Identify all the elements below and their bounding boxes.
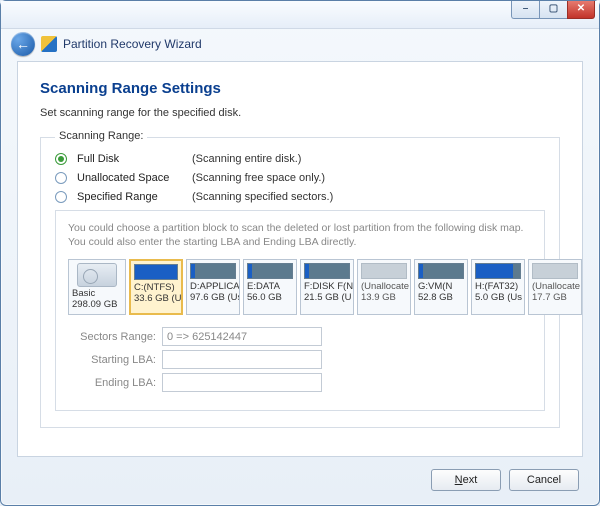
disk-map-panel: You could choose a partition block to sc… — [55, 210, 545, 411]
footer-buttons: Next Cancel — [431, 469, 579, 491]
app-title: Partition Recovery Wizard — [63, 37, 202, 51]
minimize-button[interactable]: – — [511, 1, 539, 19]
usage-bar — [190, 263, 236, 279]
titlebar: – ▢ ✕ — [1, 1, 599, 29]
starting-lba-row: Starting LBA: — [68, 350, 532, 369]
block-label: F:DISK F(N — [301, 282, 353, 293]
cancel-button[interactable]: Cancel — [509, 469, 579, 491]
usage-bar — [361, 263, 407, 279]
disk-block-unallocated-1[interactable]: (Unallocate 13.9 GB — [357, 259, 411, 315]
usage-bar — [475, 263, 521, 279]
usage-bar — [247, 263, 293, 279]
block-label: G:VM(N — [415, 282, 467, 293]
block-label: H:(FAT32) — [472, 282, 524, 293]
radio-hint: (Scanning specified sectors.) — [192, 191, 333, 203]
disk-block-basic[interactable]: Basic 298.09 GB — [68, 259, 126, 315]
block-size: 56.0 GB — [244, 293, 296, 304]
disk-block-e[interactable]: E:DATA 56.0 GB — [243, 259, 297, 315]
ending-lba-row: Ending LBA: — [68, 373, 532, 392]
hard-disk-icon — [77, 263, 117, 287]
sectors-range-label: Sectors Range: — [68, 331, 156, 343]
radio-label: Unallocated Space — [77, 172, 182, 184]
sectors-range-input[interactable] — [162, 327, 322, 346]
block-size: 5.0 GB (Us — [472, 293, 524, 304]
maximize-button[interactable]: ▢ — [539, 1, 567, 19]
disk-blocks: Basic 298.09 GB C:(NTFS) 33.6 GB (U D:AP… — [68, 259, 532, 315]
block-label: D:APPLICATION — [187, 282, 239, 293]
block-size: 298.09 GB — [69, 300, 125, 311]
close-button[interactable]: ✕ — [567, 1, 595, 19]
radio-specified[interactable]: Specified Range (Scanning specified sect… — [55, 191, 545, 203]
scanning-range-group: Scanning Range: Full Disk (Scanning enti… — [40, 137, 560, 428]
disk-block-h[interactable]: H:(FAT32) 5.0 GB (Us — [471, 259, 525, 315]
block-size: 33.6 GB (U — [131, 294, 181, 305]
starting-lba-input[interactable] — [162, 350, 322, 369]
block-size: 17.7 GB — [529, 293, 581, 304]
radio-hint: (Scanning free space only.) — [192, 172, 325, 184]
back-arrow-icon: ← — [16, 36, 30, 52]
radio-label: Specified Range — [77, 191, 182, 203]
disk-block-f[interactable]: F:DISK F(N 21.5 GB (U — [300, 259, 354, 315]
block-label: (Unallocate — [358, 282, 410, 293]
next-button[interactable]: Next — [431, 469, 501, 491]
block-size: 13.9 GB — [358, 293, 410, 304]
disk-block-unallocated-2[interactable]: (Unallocate 17.7 GB — [528, 259, 582, 315]
block-label: C:(NTFS) — [131, 283, 181, 294]
starting-lba-label: Starting LBA: — [68, 354, 156, 366]
block-size: 21.5 GB (U — [301, 293, 353, 304]
radio-full-disk[interactable]: Full Disk (Scanning entire disk.) — [55, 153, 545, 165]
nav-row: ← Partition Recovery Wizard — [1, 29, 599, 59]
disk-block-c[interactable]: C:(NTFS) 33.6 GB (U — [129, 259, 183, 315]
usage-bar — [418, 263, 464, 279]
radio-icon — [55, 191, 67, 203]
block-size: 97.6 GB (Used: 8 — [187, 293, 239, 304]
block-label: (Unallocate — [529, 282, 581, 293]
window-controls: – ▢ ✕ — [511, 1, 595, 19]
radio-unallocated[interactable]: Unallocated Space (Scanning free space o… — [55, 172, 545, 184]
page-heading: Scanning Range Settings — [40, 80, 560, 97]
usage-bar — [134, 264, 178, 280]
radio-hint: (Scanning entire disk.) — [192, 153, 301, 165]
radio-icon — [55, 153, 67, 165]
block-label: Basic — [69, 289, 125, 300]
back-button[interactable]: ← — [11, 32, 35, 56]
scanning-range-legend: Scanning Range: — [55, 130, 147, 142]
block-label: E:DATA — [244, 282, 296, 293]
disk-map-hint: You could choose a partition block to sc… — [68, 221, 532, 249]
radio-label: Full Disk — [77, 153, 182, 165]
ending-lba-label: Ending LBA: — [68, 377, 156, 389]
ending-lba-input[interactable] — [162, 373, 322, 392]
disk-block-d[interactable]: D:APPLICATION 97.6 GB (Used: 8 — [186, 259, 240, 315]
content-panel: Scanning Range Settings Set scanning ran… — [17, 61, 583, 457]
usage-bar — [532, 263, 578, 279]
wizard-window: – ▢ ✕ ← Partition Recovery Wizard Scanni… — [0, 0, 600, 506]
block-size: 52.8 GB — [415, 293, 467, 304]
usage-bar — [304, 263, 350, 279]
disk-block-g[interactable]: G:VM(N 52.8 GB — [414, 259, 468, 315]
sectors-range-row: Sectors Range: — [68, 327, 532, 346]
page-subtitle: Set scanning range for the specified dis… — [40, 107, 560, 119]
radio-icon — [55, 172, 67, 184]
app-icon — [41, 36, 57, 52]
